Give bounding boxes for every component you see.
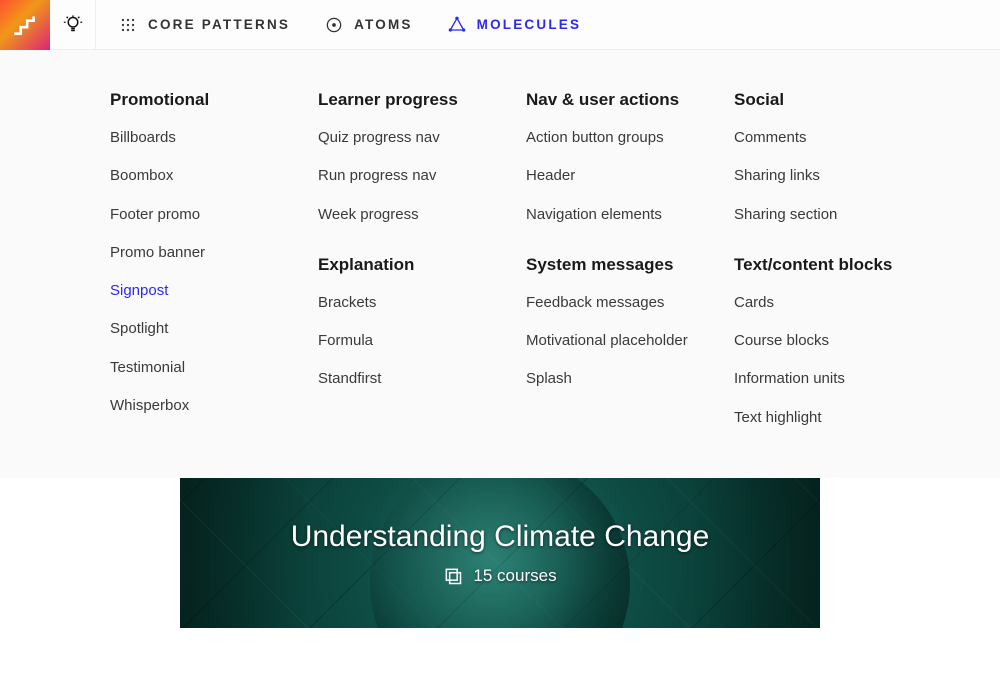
- menu-group-title: Text/content blocks: [734, 255, 934, 275]
- menu-column: Nav & user actions Action button groups He…: [526, 90, 726, 428]
- menu-group-title: System messages: [526, 255, 726, 275]
- menu-link[interactable]: Action button groups: [526, 128, 726, 148]
- menu-group-title: Nav & user actions: [526, 90, 726, 110]
- mega-menu: Promotional Billboards Boombox Footer promo…: [0, 50, 1000, 478]
- menu-link[interactable]: Header: [526, 166, 726, 186]
- menu-group-title: Explanation: [318, 255, 518, 275]
- menu-group-title: Learner progress: [318, 90, 518, 110]
- menu-column: Promotional Billboards Boombox Footer promo…: [110, 90, 310, 428]
- atom-icon: [324, 15, 344, 35]
- menu-group: System messages Feedback messages Motivati…: [526, 255, 726, 390]
- nav-core-patterns[interactable]: CORE PATTERNS: [118, 15, 290, 35]
- menu-link[interactable]: Cards: [734, 293, 934, 313]
- menu-link[interactable]: Signpost: [110, 281, 310, 301]
- menu-link[interactable]: Feedback messages: [526, 293, 726, 313]
- menu-group: Text/content blocks Cards Course blocks Inf…: [734, 255, 934, 428]
- menu-link[interactable]: Week progress: [318, 205, 518, 225]
- menu-link[interactable]: Information units: [734, 369, 934, 389]
- top-nav: CORE PATTERNS ATOMS MOLECULES: [96, 15, 581, 35]
- nav-label: ATOMS: [354, 17, 413, 32]
- nav-label: CORE PATTERNS: [148, 17, 290, 32]
- nav-label: MOLECULES: [477, 17, 582, 32]
- hero-courses-count: 15 courses: [473, 566, 556, 586]
- menu-link[interactable]: Sharing links: [734, 166, 934, 186]
- menu-group-links: Feedback messages Motivational placeholde…: [526, 293, 726, 390]
- menu-group-links: Action button groups Header Navigation ele…: [526, 128, 726, 225]
- menu-group-links: Comments Sharing links Sharing section: [734, 128, 934, 225]
- hero-subtitle: 15 courses: [443, 566, 556, 586]
- stack-icon: [443, 566, 463, 586]
- menu-group: Learner progress Quiz progress nav Run pro…: [318, 90, 518, 225]
- menu-link[interactable]: Testimonial: [110, 358, 310, 378]
- menu-group: Promotional Billboards Boombox Footer promo…: [110, 90, 310, 416]
- menu-link[interactable]: Splash: [526, 369, 726, 389]
- menu-group-links: Quiz progress nav Run progress nav Week pr…: [318, 128, 518, 225]
- nav-molecules[interactable]: MOLECULES: [447, 15, 582, 35]
- menu-link[interactable]: Course blocks: [734, 331, 934, 351]
- hero-banner[interactable]: Understanding Climate Change 15 courses: [180, 478, 820, 628]
- menu-link[interactable]: Brackets: [318, 293, 518, 313]
- molecule-icon: [447, 15, 467, 35]
- hero-title: Understanding Climate Change: [291, 520, 710, 554]
- brand-logo[interactable]: [0, 0, 50, 50]
- ideas-button[interactable]: [50, 0, 96, 50]
- menu-link[interactable]: Run progress nav: [318, 166, 518, 186]
- menu-group: Social Comments Sharing links Sharing secti…: [734, 90, 934, 225]
- menu-link[interactable]: Spotlight: [110, 319, 310, 339]
- menu-link[interactable]: Sharing section: [734, 205, 934, 225]
- menu-link[interactable]: Whisperbox: [110, 396, 310, 416]
- menu-group-title: Social: [734, 90, 934, 110]
- lightbulb-icon: [62, 14, 84, 36]
- menu-link[interactable]: Boombox: [110, 166, 310, 186]
- menu-group: Explanation Brackets Formula Standfirst: [318, 255, 518, 390]
- menu-link[interactable]: Quiz progress nav: [318, 128, 518, 148]
- menu-column: Social Comments Sharing links Sharing secti…: [734, 90, 934, 428]
- menu-link[interactable]: Standfirst: [318, 369, 518, 389]
- stairs-icon: [12, 12, 38, 38]
- menu-link[interactable]: Billboards: [110, 128, 310, 148]
- hero-section: Understanding Climate Change 15 courses: [0, 478, 1000, 652]
- top-bar: CORE PATTERNS ATOMS MOLECULES: [0, 0, 1000, 50]
- menu-column: Learner progress Quiz progress nav Run pro…: [318, 90, 518, 428]
- menu-link[interactable]: Comments: [734, 128, 934, 148]
- menu-group-links: Billboards Boombox Footer promo Promo banne…: [110, 128, 310, 416]
- menu-group-title: Promotional: [110, 90, 310, 110]
- menu-group: Nav & user actions Action button groups He…: [526, 90, 726, 225]
- menu-link[interactable]: Footer promo: [110, 205, 310, 225]
- dots-grid-icon: [118, 15, 138, 35]
- menu-link[interactable]: Text highlight: [734, 408, 934, 428]
- menu-link[interactable]: Motivational placeholder: [526, 331, 726, 351]
- menu-link[interactable]: Promo banner: [110, 243, 310, 263]
- menu-link[interactable]: Navigation elements: [526, 205, 726, 225]
- menu-group-links: Cards Course blocks Information units Text …: [734, 293, 934, 428]
- menu-link[interactable]: Formula: [318, 331, 518, 351]
- menu-group-links: Brackets Formula Standfirst: [318, 293, 518, 390]
- nav-atoms[interactable]: ATOMS: [324, 15, 413, 35]
